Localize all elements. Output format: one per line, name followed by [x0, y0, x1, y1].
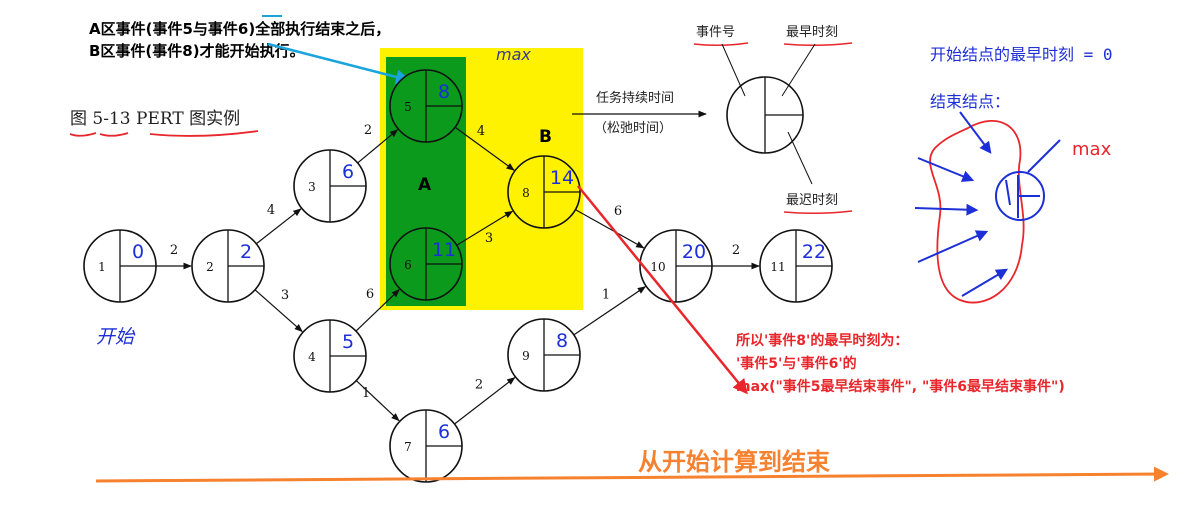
figure-caption: 图 5-13 PERT 图实例 — [70, 109, 240, 129]
node-earliest-time: 0 — [132, 241, 144, 263]
node-event-number: 2 — [206, 260, 214, 274]
end-node-note: 结束结点： — [930, 92, 1010, 111]
legend-pointer-earliest — [781, 43, 816, 97]
node-5: 58 — [389, 69, 463, 143]
explanation-line-3: max("事件5最早结束事件", "事件6最早结束事件") — [736, 378, 1065, 395]
edge-4-6 — [355, 289, 400, 332]
node-2: 22 — [191, 229, 265, 303]
node-10: 10 20 — [639, 229, 713, 303]
region-a-label: A — [418, 175, 432, 195]
edge-duration-label: 2 — [170, 243, 178, 258]
legend-earliest: 最早时刻 — [786, 25, 838, 40]
node-earliest-time: 20 — [682, 241, 706, 263]
legend-task-duration: 任务持续时间 — [596, 90, 674, 106]
node-earliest-time: 8 — [556, 330, 568, 352]
node-event-number: 9 — [522, 349, 530, 363]
edge-duration-label: 3 — [485, 231, 493, 246]
end-node-incoming-3 — [914, 203, 979, 216]
start-rule-note: 开始结点的最早时刻 = 0 — [930, 45, 1113, 64]
edge-2-3 — [255, 208, 302, 245]
node-1: 10 — [83, 229, 157, 303]
node-earliest-time: 6 — [342, 161, 354, 183]
node-11: 11 22 — [759, 229, 833, 303]
edge-duration-label: 6 — [366, 287, 374, 302]
caption-underline-3 — [149, 130, 259, 137]
node-earliest-time: 22 — [802, 241, 826, 263]
node-7: 76 — [389, 409, 463, 483]
edge-duration-label: 3 — [281, 288, 289, 303]
explanation-line-1: 所以'事件8'的最早时刻为： — [736, 332, 908, 349]
legend-pointer-latest — [787, 131, 813, 185]
legend: 事件号 最早时刻 任务持续时间 （松弛时间） 最迟时刻 — [572, 25, 853, 215]
end-node-incoming-4 — [917, 230, 989, 263]
legend-earliest-underline — [783, 42, 853, 47]
node-earliest-time: 8 — [438, 81, 450, 103]
edge-duration-label: 2 — [475, 378, 483, 393]
legend-latest-underline — [783, 210, 853, 215]
pert-diagram: A B max A区事件(事件5与事件6)全部执行结束之后， B区事件(事件8)… — [69, 15, 1169, 483]
edge-duration-label: 1 — [362, 386, 370, 401]
node-event-number: 10 — [650, 260, 665, 274]
end-node-incoming-2 — [917, 157, 975, 182]
node-earliest-time: 14 — [550, 167, 574, 189]
node-event-number: 11 — [770, 260, 785, 274]
edge-duration-label: 6 — [614, 204, 622, 219]
edge-duration-label: 4 — [267, 203, 275, 218]
end-node-incoming-1 — [959, 111, 992, 154]
node-6: 6 11 — [389, 227, 463, 301]
end-node-outgoing — [1027, 139, 1061, 173]
caption-underline-2 — [99, 132, 129, 137]
legend-slack: （松弛时间） — [594, 121, 672, 136]
bottom-direction-label: 从开始计算到结束 — [638, 448, 831, 476]
edge-2-4 — [254, 289, 303, 333]
edge-duration-label: 1 — [602, 288, 610, 303]
node-3: 36 — [293, 149, 367, 223]
region-b-label: B — [539, 127, 552, 147]
legend-pointer-event — [721, 43, 746, 97]
explanation-line-2: '事件5'与'事件6'的 — [736, 355, 857, 372]
node-earliest-time: 2 — [240, 241, 252, 263]
node-4: 45 — [293, 319, 367, 393]
node-8: 8 14 — [507, 155, 581, 229]
node-earliest-time: 6 — [438, 421, 450, 443]
node-event-number: 7 — [404, 440, 412, 454]
node-event-number: 6 — [404, 258, 412, 272]
node-event-number: 1 — [98, 260, 106, 274]
node-earliest-time: 11 — [432, 239, 456, 261]
end-node-max-label: max — [1072, 139, 1112, 160]
end-node-sketch: max — [914, 111, 1112, 304]
start-handwritten-label: 开始 — [96, 326, 136, 348]
edge-duration-label: 2 — [732, 243, 740, 258]
edge-duration-label: 4 — [477, 124, 485, 139]
legend-event-no: 事件号 — [696, 25, 735, 40]
node-event-number: 5 — [404, 100, 412, 114]
node-event-number: 8 — [522, 186, 530, 200]
bottom-direction-arrow — [95, 466, 1169, 483]
end-node-blue-stroke — [1005, 179, 1011, 206]
legend-event-no-underline — [693, 42, 749, 47]
edge-duration-label: 2 — [364, 123, 372, 138]
edge-8-10 — [575, 209, 645, 249]
legend-latest: 最迟时刻 — [786, 193, 838, 208]
end-node-red-outline — [929, 120, 1025, 304]
node-event-number: 4 — [308, 350, 316, 364]
node-9: 98 — [507, 318, 581, 392]
note-line-1: A区事件(事件5与事件6)全部执行结束之后， — [89, 20, 390, 38]
node-event-number: 3 — [308, 180, 316, 194]
caption-underline-1 — [69, 132, 97, 137]
node-earliest-time: 5 — [342, 331, 354, 353]
region-max-label: max — [496, 45, 531, 64]
edge-7-9 — [454, 377, 516, 425]
